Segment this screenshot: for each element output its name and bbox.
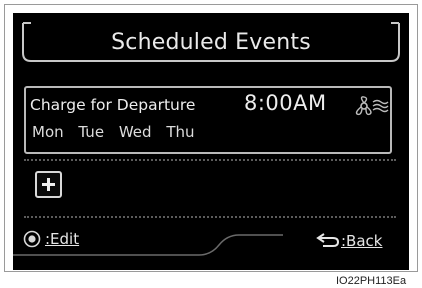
day-label: Mon [32, 123, 64, 141]
event-name: Charge for Departure [30, 96, 196, 114]
list-divider [24, 159, 396, 161]
vehicle-display-screen: Scheduled Events Charge for Departure 8:… [13, 13, 409, 270]
event-time: 8:00AM [244, 91, 327, 115]
back-button[interactable]: :Back [315, 228, 405, 252]
scheduled-event-item[interactable]: Charge for Departure 8:00AM Mon Tue Wed … [24, 86, 392, 154]
climate-fan-icon [355, 96, 389, 116]
back-label: :Back [341, 232, 383, 250]
back-arrow-icon [316, 233, 340, 247]
figure-code: IO22PH113Ea [336, 275, 407, 287]
page-title: Scheduled Events [111, 30, 311, 55]
day-label: Tue [78, 123, 105, 141]
edit-label: :Edit [45, 230, 80, 248]
day-label: Thu [166, 123, 195, 141]
title-bar: Scheduled Events [21, 19, 401, 67]
knob-icon [23, 230, 41, 248]
add-event-button[interactable] [35, 171, 62, 198]
day-label: Wed [118, 123, 152, 141]
event-days: Mon Tue Wed Thu [32, 123, 201, 141]
